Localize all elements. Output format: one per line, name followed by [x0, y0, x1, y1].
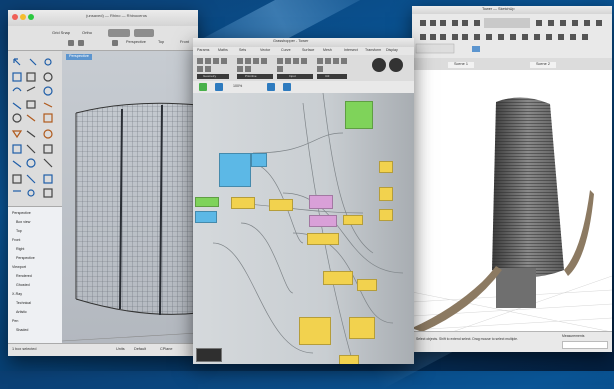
ribbon-group-primitive: Primitive: [245, 74, 257, 78]
ribbon-icons[interactable]: [193, 55, 414, 81]
canvas-navigator[interactable]: [196, 348, 222, 362]
layer-row[interactable]: Pen: [12, 319, 18, 323]
layer-row[interactable]: Shaded: [16, 328, 28, 332]
preview-icon[interactable]: [267, 83, 275, 91]
node-panel[interactable]: [251, 153, 267, 167]
node-flatten[interactable]: [379, 209, 393, 221]
component-ribbon: Geometry Primitive Input Util: [193, 55, 414, 82]
menu-item-maths[interactable]: Maths: [218, 48, 228, 53]
definition-canvas[interactable]: [193, 93, 414, 364]
window-title: Tower — SketchUp: [482, 7, 515, 11]
close-button[interactable]: [12, 14, 18, 20]
menu-item-display[interactable]: Display: [386, 48, 398, 53]
menu-item-curve[interactable]: Curve: [281, 48, 291, 53]
ribbon-group-util: Util: [325, 74, 330, 78]
menu-item-vector[interactable]: Vector: [260, 48, 270, 53]
sketchup-statusbar: Select objects. Shift to extend select. …: [412, 331, 612, 352]
tab-perspective[interactable]: Perspective: [126, 40, 146, 45]
status-units[interactable]: Units: [116, 347, 125, 352]
menu-item-sets[interactable]: Sets: [239, 48, 246, 53]
save-icon[interactable]: [199, 83, 207, 91]
layer-row[interactable]: Rendered: [16, 274, 32, 278]
status-cplane[interactable]: CPlane: [160, 347, 172, 352]
rhino-statusbar: 1 box selected Units Default CPlane: [8, 343, 198, 356]
node-graph-mapper[interactable]: [345, 101, 373, 129]
display-icon[interactable]: [283, 83, 291, 91]
layer-row[interactable]: Top: [16, 229, 22, 233]
layer-row[interactable]: Front: [12, 238, 20, 242]
node-area[interactable]: [339, 355, 359, 364]
node-boolean[interactable]: [195, 197, 219, 207]
viewport-layout-icon[interactable]: [112, 40, 118, 46]
node-loft[interactable]: [309, 215, 337, 227]
rhino-titlebar: (unsaved) — Rhino — Rhinoceros: [8, 10, 198, 27]
window-title: (unsaved) — Rhino — Rhinoceros: [86, 13, 147, 18]
redo-icon[interactable]: [78, 40, 84, 46]
node-offset[interactable]: [323, 271, 353, 285]
menu-item-mesh[interactable]: Mesh: [323, 48, 332, 53]
node-extrude[interactable]: [307, 233, 339, 245]
ortho-toggle[interactable]: Ortho: [82, 31, 92, 35]
status-layer[interactable]: Default: [134, 347, 146, 352]
tower-wireframe: [62, 102, 198, 342]
maximize-button[interactable]: [28, 14, 34, 20]
layer-row[interactable]: Box view: [16, 220, 30, 224]
window-title: Grasshopper - Tower: [273, 39, 309, 43]
tab-scene-2[interactable]: Scene 2: [530, 62, 556, 68]
layer-row[interactable]: Right: [16, 247, 24, 251]
menu-item-params[interactable]: Params: [197, 48, 209, 53]
node-scale[interactable]: [343, 215, 363, 225]
status-message: 1 box selected: [12, 347, 37, 351]
rhino-window: (unsaved) — Rhino — Rhinoceros Grid Snap…: [8, 10, 198, 356]
sketchup-toolbar: [412, 14, 612, 59]
layer-row[interactable]: Perspective: [16, 256, 35, 260]
node-series[interactable]: [195, 211, 217, 223]
grid-snap-toggle[interactable]: Grid Snap: [52, 31, 70, 35]
rhino-toolbar: Grid Snap Ortho Perspective Top Front: [8, 26, 198, 51]
undo-icon[interactable]: [68, 40, 74, 46]
grasshopper-menubar: Params Maths Sets Vector Curve Surface Mesh Int…: [193, 47, 414, 55]
node-rotate[interactable]: [309, 195, 333, 209]
sketchup-viewport[interactable]: [412, 70, 612, 333]
tab-front[interactable]: Front: [180, 40, 189, 45]
tab-scene-1[interactable]: Scene 1: [448, 62, 474, 68]
measurements-label: Measurements: [562, 334, 585, 338]
rhino-viewport[interactable]: Perspective: [62, 51, 198, 344]
node-move[interactable]: [269, 199, 293, 211]
grasshopper-window: Grasshopper - Tower Params Maths Sets Vecto…: [193, 38, 414, 364]
node-join[interactable]: [357, 279, 377, 291]
minimize-button[interactable]: [20, 14, 26, 20]
ribbon-group-input: Input: [289, 74, 296, 78]
node-list-item[interactable]: [379, 161, 393, 173]
layer-row[interactable]: Perspective: [12, 211, 31, 215]
sketchup-tool-icons[interactable]: [412, 14, 612, 58]
planar-toggle[interactable]: [108, 29, 130, 37]
ribbon-group-geometry: Geometry: [203, 74, 217, 78]
layer-row[interactable]: Technical: [16, 301, 31, 305]
layer-row[interactable]: X-Ray: [12, 292, 22, 296]
layer-row[interactable]: Artistic: [16, 310, 27, 314]
layer-row[interactable]: Viewport: [12, 265, 26, 269]
node-cull[interactable]: [379, 187, 393, 201]
layers-panel: Perspective Box view Top Front Right Perspect…: [8, 206, 62, 345]
menu-item-transform[interactable]: Transform: [365, 48, 381, 53]
node-cap[interactable]: [349, 317, 375, 339]
tool-palette: [8, 51, 62, 206]
zoom-level[interactable]: 100%: [233, 84, 242, 89]
tab-top[interactable]: Top: [158, 40, 164, 45]
menu-item-intersect[interactable]: Intersect: [344, 48, 358, 53]
osnap-toggle[interactable]: [134, 29, 154, 37]
node-divide[interactable]: [231, 197, 255, 209]
status-hint: Select objects. Shift to extend select. …: [416, 337, 518, 341]
measurements-input[interactable]: [562, 341, 608, 349]
sketchup-window: Tower — SketchUp Scene 1 Scene 2 Select …: [412, 6, 612, 352]
canvas-icon[interactable]: [215, 83, 223, 91]
menu-item-surface[interactable]: Surface: [302, 48, 314, 53]
tool-icons[interactable]: [8, 51, 62, 206]
layer-row[interactable]: Ghosted: [16, 283, 30, 287]
node-number-slider[interactable]: [219, 153, 251, 187]
node-brep[interactable]: [299, 317, 331, 345]
tower-model: [412, 97, 612, 333]
